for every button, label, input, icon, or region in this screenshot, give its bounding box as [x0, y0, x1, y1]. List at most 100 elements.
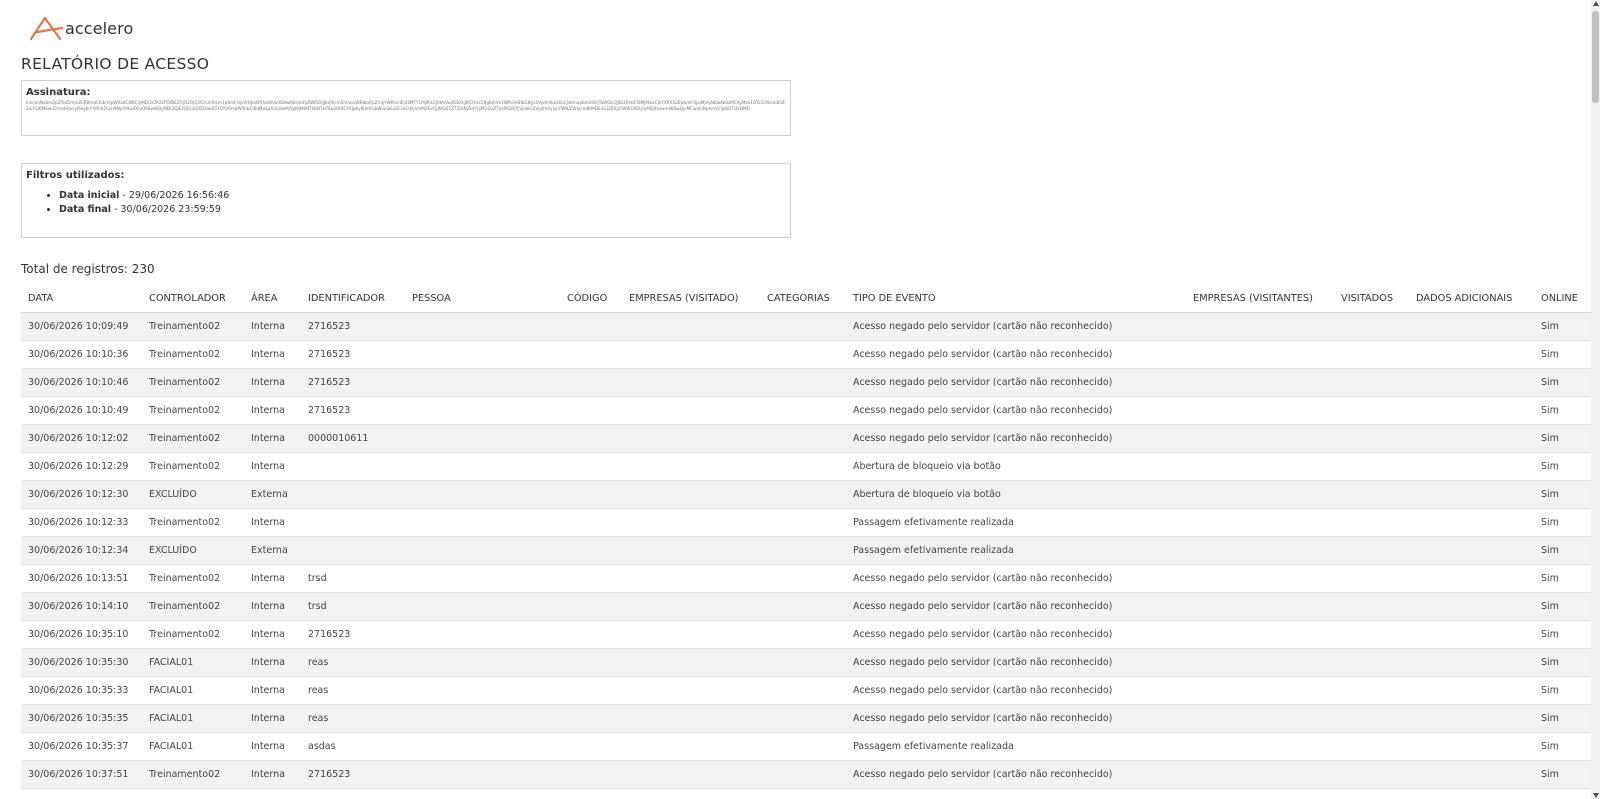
table-cell — [1186, 312, 1334, 341]
table-cell — [622, 536, 760, 565]
scroll-down-arrow-icon[interactable] — [1593, 793, 1599, 798]
table-cell: Interna — [244, 340, 301, 369]
table-row: 30/06/2026 10:37:51 Treinamento02 Interna 2… — [21, 760, 1592, 789]
table-cell: Sim — [1534, 592, 1592, 621]
table-cell: 30/06/2026 10:35:10 — [21, 620, 142, 649]
filter-value: - 29/06/2026 16:56:46 — [119, 190, 230, 201]
table-row: 30/06/2026 10:12:30 EXCLUÍDO Externa Abertu… — [21, 480, 1592, 509]
table-cell — [1334, 648, 1409, 677]
table-cell: 2716523 — [301, 368, 405, 397]
table-cell: Treinamento02 — [142, 620, 244, 649]
signature-box: Assinatura: InkcimNxbmZpZTsxDmJnZkR8mdC6… — [21, 80, 791, 136]
table-cell: Passagem efetivamente realizada — [846, 732, 1186, 761]
table-cell: 30/06/2026 10:35:33 — [21, 676, 142, 705]
table-cell — [760, 312, 846, 341]
table-cell: Sim — [1534, 760, 1592, 789]
table-cell — [760, 368, 846, 397]
table-cell: 30/06/2026 10:12:02 — [21, 424, 142, 453]
table-cell — [405, 648, 560, 677]
report-page: accelero RELATÓRIO DE ACESSO Assinatura:… — [0, 0, 1600, 799]
table-cell: Acesso negado pelo servidor (cartão não … — [846, 760, 1186, 789]
brand-logo: accelero — [29, 15, 133, 41]
table-cell: 2716523 — [301, 340, 405, 369]
table-cell: Treinamento02 — [142, 396, 244, 425]
table-row: 30/06/2026 10:35:10 Treinamento02 Interna 2… — [21, 620, 1592, 649]
table-cell — [622, 648, 760, 677]
table-cell — [405, 760, 560, 789]
table-cell: Treinamento02 — [142, 564, 244, 593]
table-cell: Passagem efetivamente realizada — [846, 508, 1186, 537]
table-cell — [760, 648, 846, 677]
table-cell: Sim — [1534, 508, 1592, 537]
table-cell — [1334, 368, 1409, 397]
table-cell: Sim — [1534, 620, 1592, 649]
column-header: VISITADOS — [1334, 285, 1409, 313]
table-cell: Treinamento02 — [142, 508, 244, 537]
table-cell: Acesso negado pelo servidor (cartão não … — [846, 620, 1186, 649]
table-cell — [1186, 508, 1334, 537]
table-cell: asdas — [301, 732, 405, 761]
filter-label: Data final — [59, 204, 112, 215]
table-cell: 30/06/2026 10:13:51 — [21, 564, 142, 593]
total-count: 230 — [131, 262, 155, 276]
table-cell: reas — [301, 676, 405, 705]
table-header-row: DATA CONTROLADOR ÁREA IDENTIFICADOR PESSOA CÓ… — [21, 285, 1592, 313]
table-cell — [622, 396, 760, 425]
table-cell — [1334, 704, 1409, 733]
signature-label: Assinatura: — [26, 87, 91, 98]
table-cell — [622, 676, 760, 705]
table-row: 30/06/2026 10:12:02 Treinamento02 Interna 0… — [21, 424, 1592, 453]
table-cell — [560, 312, 622, 341]
table-cell — [760, 340, 846, 369]
column-header: DATA — [21, 285, 142, 313]
table-cell: Treinamento02 — [142, 312, 244, 341]
table-cell — [1186, 676, 1334, 705]
table-cell — [405, 564, 560, 593]
table-cell — [1334, 424, 1409, 453]
table-row: 30/06/2026 10:12:34 EXCLUÍDO Externa Passag… — [21, 536, 1592, 565]
table-cell: Interna — [244, 312, 301, 341]
table-cell: Interna — [244, 676, 301, 705]
table-row: 30/06/2026 10:12:33 Treinamento02 Interna P… — [21, 508, 1592, 537]
table-cell: 30/06/2026 10:37:51 — [21, 760, 142, 789]
table-cell — [622, 452, 760, 481]
table-cell — [622, 760, 760, 789]
table-cell — [760, 676, 846, 705]
table-cell — [622, 704, 760, 733]
table-cell — [1334, 312, 1409, 341]
table-cell — [1409, 480, 1534, 509]
table-cell — [405, 704, 560, 733]
table-cell: 30/06/2026 10:10:46 — [21, 368, 142, 397]
table-cell — [1409, 564, 1534, 593]
table-cell: Sim — [1534, 732, 1592, 761]
table-cell — [301, 536, 405, 565]
table-cell — [1409, 704, 1534, 733]
table-cell: FACIAL01 — [142, 704, 244, 733]
table-row: 30/06/2026 10:12:29 Treinamento02 Interna A… — [21, 452, 1592, 481]
table-body: 30/06/2026 10:09:49 Treinamento02 Interna 2… — [21, 312, 1592, 789]
table-cell: EXCLUÍDO — [142, 536, 244, 565]
table-cell — [760, 480, 846, 509]
table-cell — [560, 592, 622, 621]
filters-box: Filtros utilizados: Data inicial - 29/06… — [21, 163, 791, 238]
table-cell: Sim — [1534, 396, 1592, 425]
table-cell — [622, 368, 760, 397]
table-cell: FACIAL01 — [142, 732, 244, 761]
filter-item-end: Data final - 30/06/2026 23:59:59 — [59, 204, 786, 215]
scroll-up-arrow-icon[interactable] — [1593, 1, 1599, 6]
scroll-thumb[interactable] — [1592, 11, 1599, 103]
table-cell: Sim — [1534, 312, 1592, 341]
table-cell: 30/06/2026 10:12:33 — [21, 508, 142, 537]
table-cell: FACIAL01 — [142, 648, 244, 677]
table-row: 30/06/2026 10:35:35 FACIAL01 Interna reas Ac… — [21, 704, 1592, 733]
table-cell — [622, 620, 760, 649]
table-cell: Interna — [244, 368, 301, 397]
table-cell — [1409, 732, 1534, 761]
vertical-scrollbar[interactable] — [1591, 0, 1600, 799]
table-cell — [1186, 564, 1334, 593]
table-cell — [1334, 620, 1409, 649]
table-cell: EXCLUÍDO — [142, 480, 244, 509]
table-cell — [405, 732, 560, 761]
table-cell — [1186, 732, 1334, 761]
table-cell — [622, 480, 760, 509]
